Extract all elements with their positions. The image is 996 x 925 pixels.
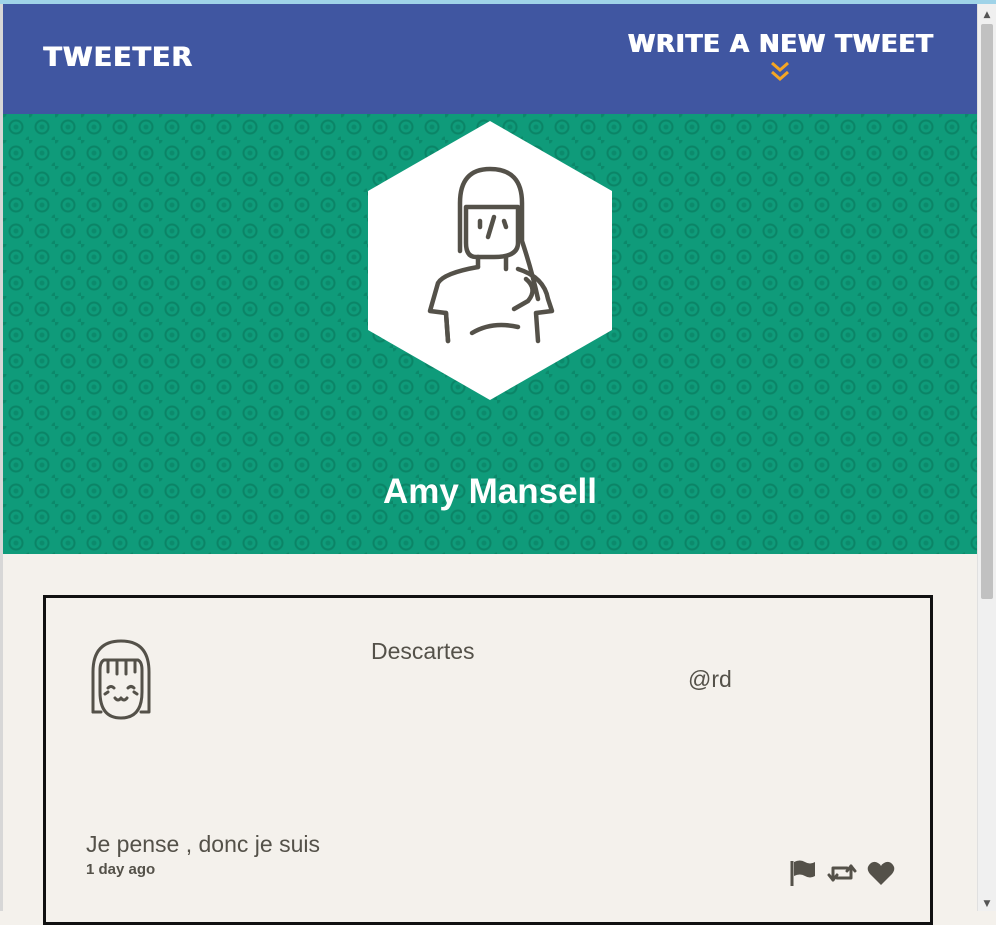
- tweet-author-name: Descartes: [371, 638, 475, 664]
- top-nav: TWEETER WRITE A NEW TWEET: [3, 4, 977, 114]
- brand-logo[interactable]: TWEETER: [43, 42, 193, 73]
- page-scrollbar[interactable]: ▲ ▼: [977, 4, 996, 911]
- scroll-up-icon[interactable]: ▲: [982, 10, 992, 20]
- profile-name: Amy Mansell: [383, 472, 597, 511]
- woman-avatar-icon: [368, 121, 612, 400]
- tweet-text: Je pense , donc je suis: [86, 831, 320, 857]
- tweet-timestamp: 1 day ago: [86, 861, 156, 878]
- tweet-handle: @rd: [688, 666, 732, 692]
- girl-face-avatar-icon: [91, 639, 151, 720]
- scroll-down-icon[interactable]: ▼: [982, 899, 992, 909]
- retweet-icon[interactable]: [827, 858, 857, 888]
- double-chevron-down-icon[interactable]: [768, 60, 792, 84]
- tweet-card: Descartes @rd Je pense , donc je suis 1 …: [43, 595, 933, 925]
- flag-icon[interactable]: [788, 858, 818, 888]
- profile-header: Amy Mansell: [3, 114, 977, 554]
- tweet-actions: [788, 858, 896, 888]
- scrollbar-thumb[interactable]: [981, 24, 993, 599]
- compose-label[interactable]: WRITE A NEW TWEET: [627, 29, 933, 58]
- compose-toggle-button[interactable]: WRITE A NEW TWEET: [627, 29, 933, 84]
- heart-icon[interactable]: [866, 858, 896, 888]
